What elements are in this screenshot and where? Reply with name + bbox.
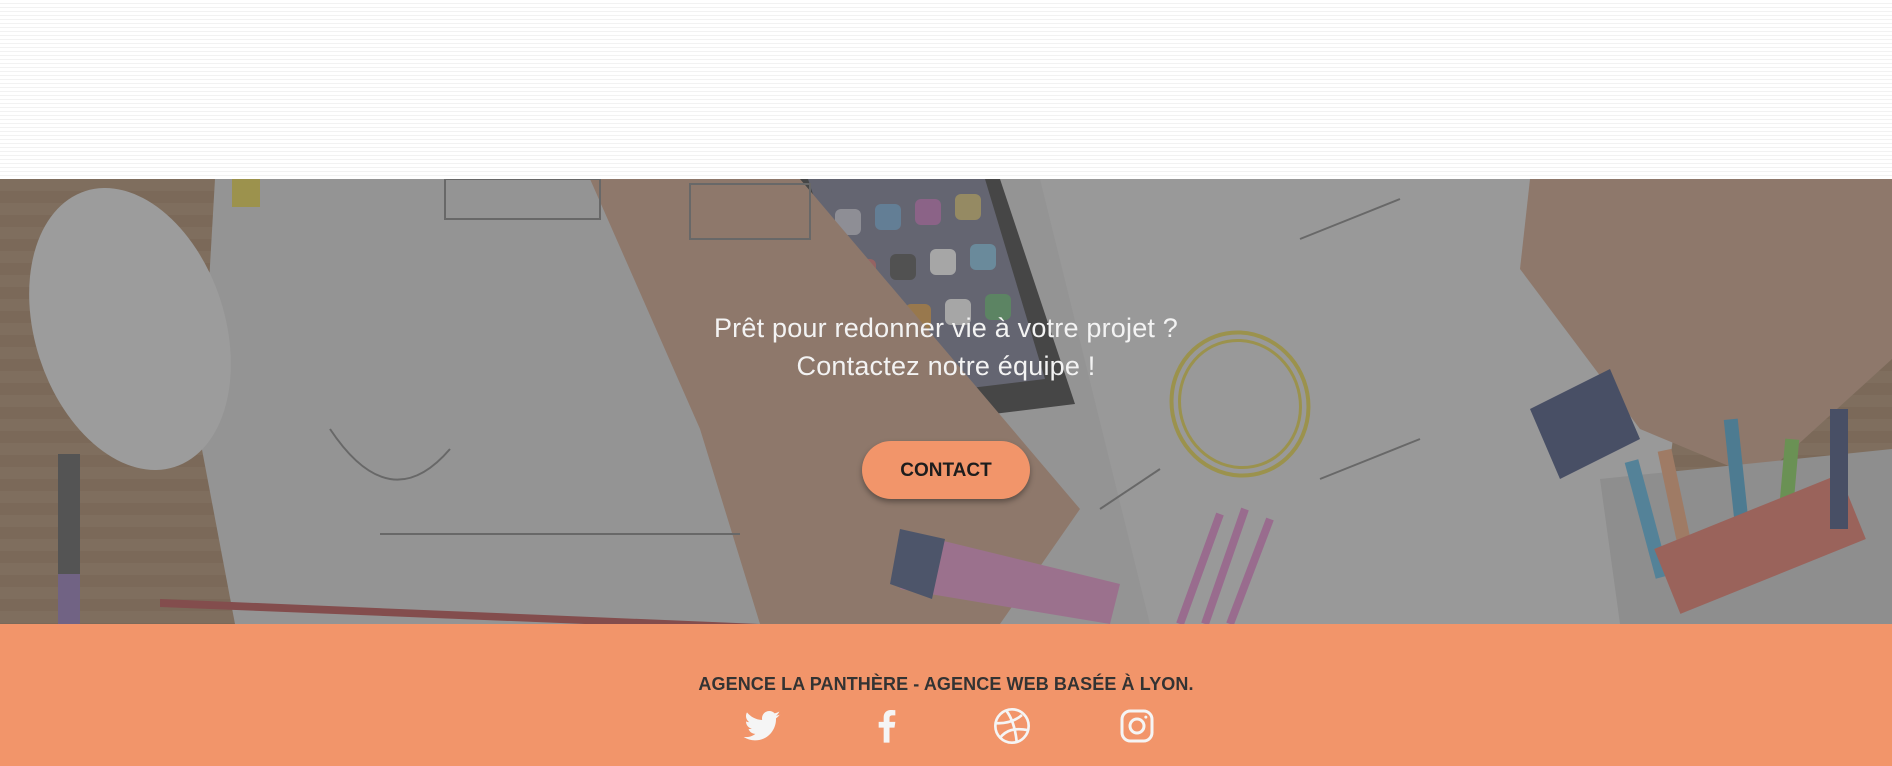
- twitter-icon[interactable]: [742, 706, 782, 746]
- dribbble-icon[interactable]: [992, 706, 1032, 746]
- footer: AGENCE LA PANTHÈRE - AGENCE WEB BASÉE À …: [0, 624, 1892, 766]
- hero-heading-line-2: Contactez notre équipe !: [796, 351, 1096, 381]
- top-striped-band: [0, 0, 1892, 179]
- hero-section: Prêt pour redonner vie à votre projet ? …: [0, 179, 1892, 624]
- instagram-icon[interactable]: [1117, 706, 1157, 746]
- facebook-icon[interactable]: [867, 706, 907, 746]
- footer-tagline: AGENCE LA PANTHÈRE - AGENCE WEB BASÉE À …: [698, 674, 1194, 694]
- hero-heading-line-1: Prêt pour redonner vie à votre projet ?: [713, 313, 1179, 343]
- contact-button[interactable]: CONTACT: [862, 441, 1030, 499]
- hero-content: Prêt pour redonner vie à votre projet ? …: [0, 179, 1892, 624]
